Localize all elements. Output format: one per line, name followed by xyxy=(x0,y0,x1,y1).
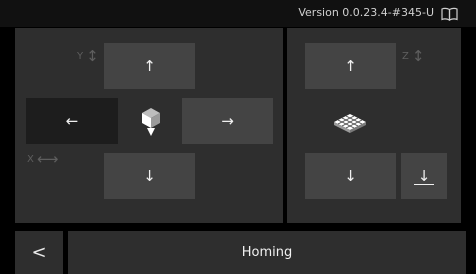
vertical-double-arrow-icon: ↕ xyxy=(86,47,99,65)
y-down-button[interactable]: ↓ xyxy=(104,153,195,199)
book-icon[interactable] xyxy=(441,6,458,21)
arrow-down-to-line-icon: ↓ xyxy=(413,168,435,185)
y-axis-label: Y xyxy=(77,50,84,62)
z-down-button[interactable]: ↓ xyxy=(305,153,396,199)
horizontal-double-arrow-icon: ⟷ xyxy=(36,150,59,168)
version-label: Version 0.0.23.4-#345-U xyxy=(298,6,434,19)
arrow-up-icon: ↑ xyxy=(344,57,357,75)
arrow-right-icon: → xyxy=(221,112,234,130)
chevron-left-icon: < xyxy=(31,242,47,263)
back-button[interactable]: < xyxy=(15,231,63,274)
x-axis-label: X xyxy=(27,153,34,165)
y-up-button[interactable]: ↑ xyxy=(104,43,195,89)
arrow-up-icon: ↑ xyxy=(143,57,156,75)
y-axis-indicator: Y ↕ xyxy=(77,47,99,65)
home-xy-icon[interactable] xyxy=(139,106,163,138)
arrow-left-icon: ← xyxy=(65,112,79,130)
z-axis-label: Z xyxy=(402,50,409,62)
page-title: Homing xyxy=(241,245,293,260)
x-right-button[interactable]: → xyxy=(182,98,273,144)
arrow-down-icon: ↓ xyxy=(143,167,156,185)
arrow-down-icon: ↓ xyxy=(344,167,357,185)
z-home-down-button[interactable]: ↓ xyxy=(401,153,447,199)
vertical-double-arrow-icon: ↕ xyxy=(411,47,425,65)
z-up-button[interactable]: ↑ xyxy=(305,43,396,89)
z-axis-indicator: Z ↕ xyxy=(402,47,424,65)
x-axis-indicator: X ⟷ xyxy=(27,150,58,168)
x-left-button[interactable]: ← xyxy=(26,98,118,144)
bed-icon[interactable] xyxy=(331,111,369,135)
page-title-bar: Homing xyxy=(68,231,466,274)
